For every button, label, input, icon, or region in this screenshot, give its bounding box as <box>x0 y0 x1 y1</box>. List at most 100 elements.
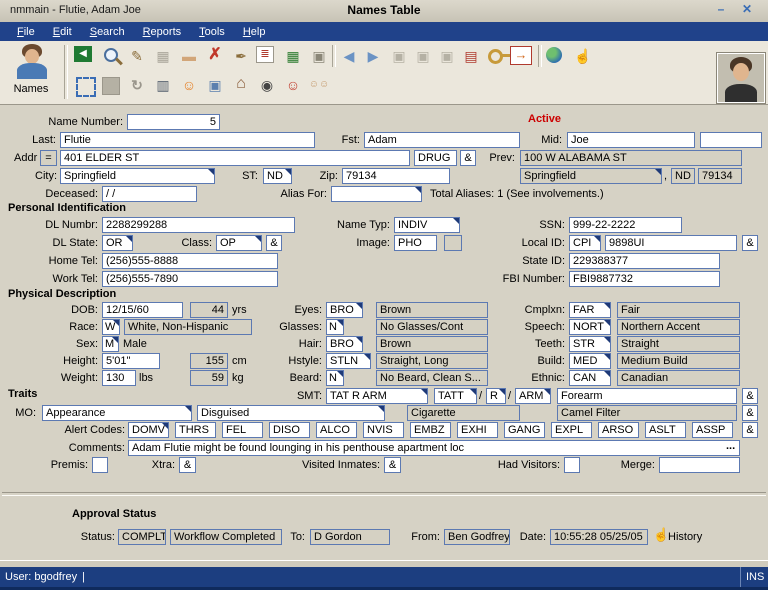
minimize-icon[interactable]: – <box>712 2 730 18</box>
exit-icon[interactable]: ◀ <box>74 46 92 62</box>
address-type-field[interactable]: DRUG <box>414 150 457 166</box>
complexion-code-field[interactable]: FAR <box>569 302 611 318</box>
tasks-icon[interactable]: ▥ <box>152 75 174 95</box>
delete-icon[interactable]: ✗ <box>204 45 226 65</box>
state-field[interactable]: ND <box>263 168 292 184</box>
class-more-button[interactable]: & <box>266 235 282 251</box>
eraser-icon[interactable]: ▬ <box>178 46 200 66</box>
history-link[interactable]: History <box>668 529 702 545</box>
smt-field[interactable]: TAT R ARM <box>326 388 428 404</box>
alert-code[interactable]: ARSO <box>598 422 639 438</box>
save-icon[interactable]: ▦ <box>152 46 174 66</box>
alert-code[interactable]: EXPL <box>551 422 592 438</box>
dob-field[interactable]: 12/15/60 <box>102 302 183 318</box>
visited-inmates-more-button[interactable]: & <box>384 457 401 473</box>
media1-icon[interactable]: ▣ <box>388 46 410 66</box>
local-id-more-button[interactable]: & <box>742 235 758 251</box>
history-icon[interactable]: ☝ <box>653 527 669 543</box>
address-equals-button[interactable]: = <box>40 150 57 166</box>
weight-field[interactable]: 130 <box>102 370 136 386</box>
work-tel-field[interactable]: (256)555-7890 <box>102 271 278 287</box>
alias-for-field[interactable] <box>331 186 422 202</box>
eyes-code-field[interactable]: BRO <box>326 302 363 318</box>
close-icon[interactable]: ✕ <box>738 2 756 18</box>
menu-tools[interactable]: Tools <box>190 26 234 38</box>
alert-code[interactable]: GANG <box>504 422 545 438</box>
alert-code[interactable]: THRS <box>175 422 216 438</box>
forward-icon[interactable]: ▶ <box>362 46 384 66</box>
media2-icon[interactable]: ▣ <box>412 46 434 66</box>
smt-type-field[interactable]: TATT <box>434 388 477 404</box>
alert-code[interactable]: DISO <box>269 422 310 438</box>
alert-code[interactable]: DOMV <box>128 422 169 438</box>
middle-name-field[interactable]: Joe <box>567 132 695 148</box>
fbi-number-field[interactable]: FBI9887732 <box>569 271 720 287</box>
ssn-field[interactable]: 999-22-2222 <box>569 217 682 233</box>
menu-edit[interactable]: Edit <box>44 26 81 38</box>
mo-category-field[interactable]: Appearance <box>42 405 192 421</box>
had-visitors-checkbox[interactable] <box>564 457 580 473</box>
mo-value-field[interactable]: Disguised <box>197 405 385 421</box>
menu-search[interactable]: Search <box>81 26 134 38</box>
hair-code-field[interactable]: BRO <box>326 336 363 352</box>
alert-code[interactable]: FEL <box>222 422 263 438</box>
address-more-button[interactable]: & <box>460 150 476 166</box>
name-number-field[interactable]: 5 <box>127 114 220 130</box>
zip-field[interactable]: 79134 <box>342 168 450 184</box>
comments-field[interactable]: Adam Flutie might be found lounging in h… <box>128 440 740 456</box>
home-tel-field[interactable]: (256)555-8888 <box>102 253 278 269</box>
height-field[interactable]: 5'01" <box>102 353 160 369</box>
alert-code[interactable]: EMBZ <box>410 422 451 438</box>
dl-number-field[interactable]: 2288299288 <box>102 217 295 233</box>
alert-code[interactable]: ASLT <box>645 422 686 438</box>
house-icon[interactable]: ⌂ <box>230 74 252 94</box>
address-field[interactable]: 401 ELDER ST <box>60 150 410 166</box>
globe-icon[interactable] <box>546 47 562 63</box>
race-code-field[interactable]: W <box>102 319 120 335</box>
smt-more-button[interactable]: & <box>742 388 758 404</box>
speech-code-field[interactable]: NORT <box>569 319 611 335</box>
smt-desc-field[interactable]: Forearm <box>557 388 737 404</box>
alert-code[interactable]: EXHI <box>457 422 498 438</box>
camera-icon[interactable]: ◉ <box>256 75 278 95</box>
last-name-field[interactable]: Flutie <box>60 132 315 148</box>
names-tab[interactable]: Names <box>0 41 62 103</box>
approve-icon[interactable]: ☝ <box>572 46 594 66</box>
goto-icon[interactable]: → <box>510 46 532 65</box>
sex-code-field[interactable]: M <box>102 336 119 352</box>
class-field[interactable]: OP <box>216 235 262 251</box>
mo-more-button[interactable]: & <box>742 405 758 421</box>
teeth-code-field[interactable]: STR <box>569 336 611 352</box>
booking-icon[interactable]: ▣ <box>204 75 226 95</box>
add-person-icon[interactable]: ☺ <box>178 75 200 95</box>
menu-file[interactable]: File <box>8 26 44 38</box>
alert-code[interactable]: ALCO <box>316 422 357 438</box>
local-id-field[interactable]: 9898UI <box>605 235 737 251</box>
city-field[interactable]: Springfield <box>60 168 215 184</box>
merge-field[interactable] <box>659 457 740 473</box>
beard-code-field[interactable]: N <box>326 370 344 386</box>
people-icon[interactable]: ☺☺ <box>308 75 330 95</box>
search-icon[interactable] <box>104 48 118 62</box>
edit-icon[interactable]: ✎ <box>126 46 148 66</box>
calc-icon[interactable]: ▦ <box>282 46 304 66</box>
local-id-type-field[interactable]: CPI <box>569 235 601 251</box>
menu-reports[interactable]: Reports <box>134 26 191 38</box>
back-icon[interactable]: ◀ <box>338 46 360 66</box>
remove-person-icon[interactable]: ☺ <box>282 75 304 95</box>
deceased-field[interactable]: / / <box>102 186 197 202</box>
ethnic-code-field[interactable]: CAN <box>569 370 611 386</box>
dl-state-field[interactable]: OR <box>102 235 133 251</box>
premis-checkbox[interactable] <box>92 457 108 473</box>
select-region-icon[interactable] <box>76 77 96 97</box>
xtra-more-button[interactable]: & <box>179 457 196 473</box>
glasses-code-field[interactable]: N <box>326 319 344 335</box>
alert-code[interactable]: ASSP <box>692 422 733 438</box>
suffix-field[interactable] <box>700 132 762 148</box>
alert-more-button[interactable]: & <box>742 422 758 438</box>
menu-help[interactable]: Help <box>234 26 275 38</box>
smt-part-field[interactable]: ARM <box>515 388 551 404</box>
state-id-field[interactable]: 229388377 <box>569 253 720 269</box>
build-code-field[interactable]: MED <box>569 353 611 369</box>
media3-icon[interactable]: ▣ <box>436 46 458 66</box>
